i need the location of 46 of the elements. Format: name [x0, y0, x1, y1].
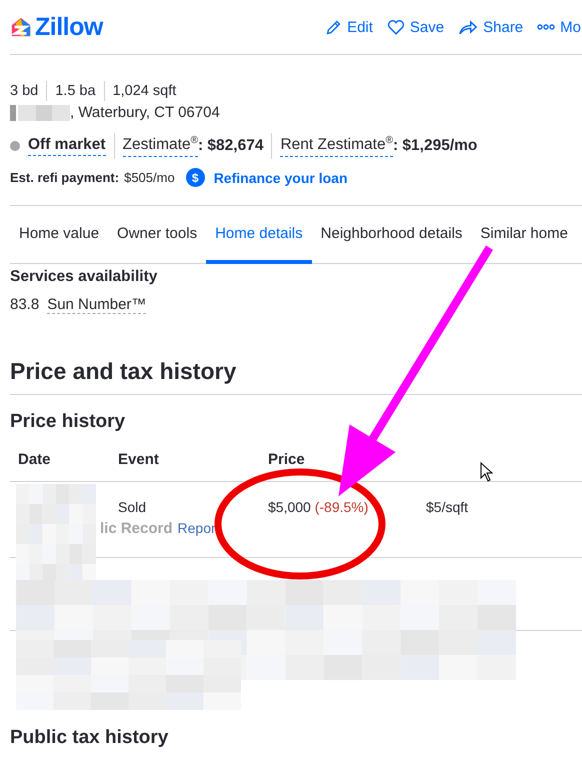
action-link[interactable]: Save: [386, 18, 444, 36]
rent-zestimate-value: : $1,295/mo: [392, 137, 478, 155]
cursor-icon: [480, 462, 493, 482]
event-cell-text: Sold: [118, 499, 148, 515]
source-text: lic Record: [100, 520, 173, 537]
heart-icon: [386, 18, 405, 36]
address-text: , Waterbury, CT 06704: [70, 104, 220, 121]
action-link[interactable]: Share: [458, 18, 524, 36]
home-fact: 1.5 ba: [55, 83, 96, 99]
nav-tab[interactable]: Neighborhood details: [312, 206, 472, 264]
dollar-icon: $: [186, 168, 205, 187]
redaction-mosaic: [10, 104, 70, 120]
column-header: Price: [268, 451, 306, 470]
zestimate-value: : $82,674: [198, 137, 264, 155]
price-per-sqft: $5/sqft: [426, 499, 468, 515]
action-link[interactable]: Mo: [537, 18, 581, 36]
price-change: (-89.5%): [314, 499, 368, 515]
refi-value: $505/mo: [124, 170, 175, 185]
sun-score: 83.8: [10, 296, 40, 314]
logo-text[interactable]: Zillow: [35, 12, 103, 42]
section-title: Price and tax history: [10, 358, 582, 395]
nav-tab[interactable]: Owner tools: [108, 206, 206, 264]
refinance-link[interactable]: Refinance your loan: [214, 170, 348, 186]
logo-icon: [10, 16, 32, 38]
share-icon: [458, 18, 478, 36]
action-link[interactable]: Edit: [325, 18, 373, 36]
rent-zestimate-label[interactable]: Rent Zestimate$^{®}$: [280, 135, 393, 157]
sun-number-link[interactable]: Sun Number™: [47, 296, 146, 314]
nav-tab[interactable]: Home value: [10, 206, 108, 264]
column-header: Date: [18, 451, 52, 470]
report-link[interactable]: Repor: [178, 520, 216, 536]
price-cell: $5,000: [268, 499, 311, 515]
column-header: Event: [118, 451, 160, 470]
home-fact: 3 bd: [10, 83, 38, 99]
pencil-icon: [325, 18, 342, 36]
status-label[interactable]: Off market: [28, 136, 106, 156]
status-dot: [10, 141, 20, 151]
nav-tab[interactable]: Home details: [206, 206, 312, 264]
price-history-title: Price history: [10, 411, 126, 433]
nav-tab[interactable]: Similar home: [471, 206, 577, 264]
more-icon: [537, 24, 556, 30]
zestimate-label[interactable]: Zestimate$^{®}$: [122, 135, 198, 157]
services-title: Services availability: [10, 268, 158, 286]
tax-history-title: Public tax history: [10, 727, 170, 749]
home-fact: 1,024 sqft: [112, 83, 176, 99]
refi-label: Est. refi payment:: [10, 170, 120, 185]
